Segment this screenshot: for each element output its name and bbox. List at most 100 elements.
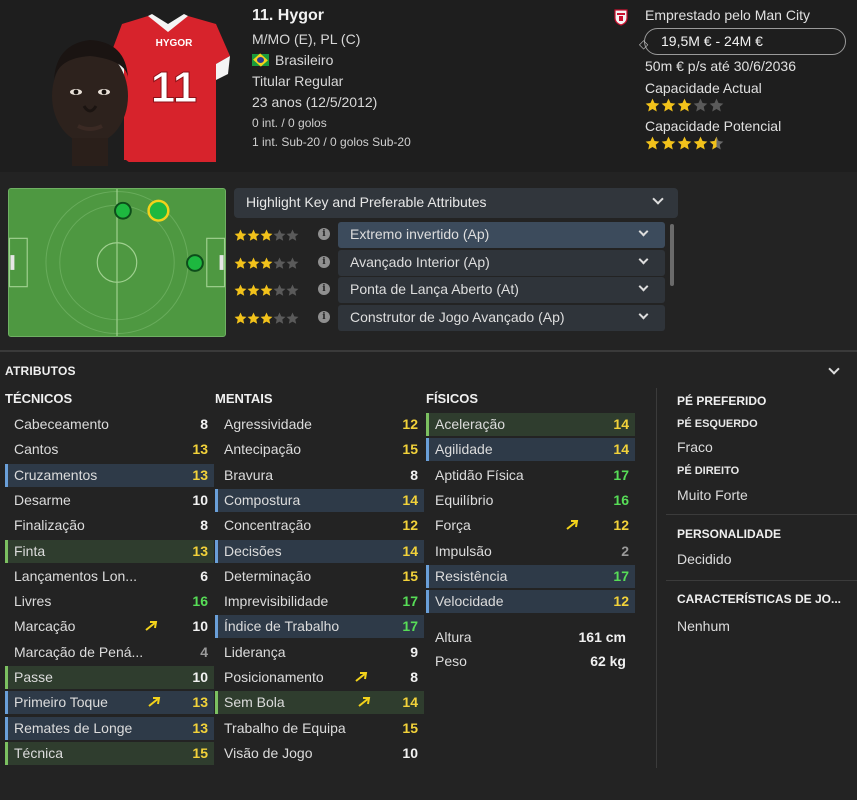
info-icon[interactable]: i [318, 228, 330, 240]
attribute-row[interactable]: Passe 10 [5, 666, 214, 689]
star-icon [273, 257, 286, 269]
attribute-name: Finalização [14, 517, 85, 534]
attribute-row[interactable]: Posicionamento 8 [215, 666, 424, 689]
role-row[interactable]: i Avançado Interior (Ap) [232, 249, 666, 276]
personality-value[interactable]: Decidido [677, 551, 731, 567]
attribute-row[interactable]: Velocidade 12 [426, 590, 635, 614]
training-arrow-icon [566, 520, 579, 530]
star-icon [693, 98, 708, 112]
star-icon [260, 257, 273, 269]
brazil-flag-icon [252, 54, 269, 66]
attribute-row[interactable]: Antecipação 15 [215, 438, 424, 461]
star-icon [286, 257, 299, 269]
attribute-row[interactable]: Compostura 14 [215, 488, 424, 512]
attribute-row[interactable]: Impulsão 2 [426, 540, 635, 563]
attribute-row[interactable]: Sem Bola 14 [215, 691, 424, 715]
attribute-row[interactable]: Primeiro Toque 13 [5, 691, 214, 715]
attribute-value: 14 [402, 542, 418, 559]
attribute-row[interactable]: Força 12 [426, 514, 635, 537]
physical-title: FÍSICOS [426, 391, 479, 406]
attribute-row[interactable]: Aptidão Física 17 [426, 464, 635, 487]
attribute-row[interactable]: Determinação 15 [215, 565, 424, 588]
attribute-name: Passe [14, 669, 53, 685]
attribute-name: Visão de Jogo [224, 744, 313, 761]
info-icon[interactable]: i [318, 283, 330, 295]
attribute-row[interactable]: Técnica 15 [5, 741, 214, 765]
training-arrow-icon [358, 697, 371, 708]
attribute-row[interactable]: Resistência 17 [426, 564, 635, 588]
attribute-name: Imprevisibilidade [224, 593, 329, 610]
attribute-name: Remates de Longe [14, 719, 133, 736]
star-icon [273, 312, 286, 324]
info-icon[interactable]: i [318, 255, 330, 268]
attribute-row[interactable]: Visão de Jogo 10 [215, 742, 424, 765]
chevron-down-icon [638, 281, 649, 292]
attribute-name: Aptidão Física [435, 466, 524, 483]
attribute-row[interactable]: Finta 13 [5, 539, 214, 563]
attribute-value: 14 [613, 416, 629, 432]
attribute-row[interactable]: Cabeceamento 8 [5, 413, 214, 436]
player-u20-caps: 1 int. Sub-20 / 0 golos Sub-20 [252, 135, 411, 149]
role-dropdown[interactable]: Extremo invertido (Ap) [338, 222, 665, 248]
attribute-row[interactable]: Cantos 13 [5, 438, 214, 461]
attribute-row[interactable]: Imprevisibilidade 17 [215, 590, 424, 613]
highlight-key-dropdown[interactable]: Highlight Key and Preferable Attributes [234, 188, 678, 218]
attribute-row[interactable]: Desarme 10 [5, 489, 214, 512]
attribute-name: Técnica [14, 744, 64, 761]
star-icon [661, 136, 676, 150]
attribute-row[interactable]: Marcação de Pená... 4 [5, 641, 214, 664]
position-dot-st-centre[interactable] [147, 199, 170, 222]
position-dot-m-right[interactable] [114, 201, 132, 220]
attribute-name: Aceleração [435, 416, 506, 432]
collapse-chevron-icon[interactable] [828, 363, 840, 375]
highlight-key-label: Highlight Key and Preferable Attributes [246, 194, 487, 210]
attribute-name: Equilíbrio [435, 491, 494, 508]
loan-status[interactable]: Emprestado pelo Man City [645, 7, 810, 23]
attribute-row[interactable]: Finalização 8 [5, 514, 214, 537]
role-row[interactable]: i Ponta de Lança Aberto (At) [232, 277, 666, 303]
attribute-name: Trabalho de Equipa [224, 719, 346, 736]
position-pitch[interactable] [8, 188, 226, 337]
star-icon [709, 98, 724, 112]
attribute-row[interactable]: Livres 16 [5, 590, 214, 613]
attribute-value: 6 [200, 567, 208, 584]
attribute-name: Desarme [14, 491, 71, 508]
attribute-name: Concentração [224, 517, 312, 534]
attribute-row[interactable]: Bravura 8 [215, 464, 424, 487]
attribute-row[interactable]: Equilíbrio 16 [426, 489, 635, 512]
role-dropdown[interactable]: Avançado Interior (Ap) [338, 249, 665, 276]
attribute-row[interactable]: Cruzamentos 13 [5, 463, 214, 487]
star-icon [234, 284, 247, 296]
role-row[interactable]: i Construtor de Jogo Avançado (Ap) [232, 304, 666, 331]
role-dropdown[interactable]: Construtor de Jogo Avançado (Ap) [338, 304, 665, 331]
attribute-row[interactable]: Agilidade 14 [426, 438, 635, 462]
position-dot-am-right[interactable] [186, 254, 204, 272]
right-foot-value: Muito Forte [677, 487, 748, 503]
attribute-value: 13 [192, 719, 208, 736]
attribute-row[interactable]: Remates de Longe 13 [5, 716, 214, 740]
role-dropdown[interactable]: Ponta de Lança Aberto (At) [338, 277, 665, 303]
info-icon[interactable]: i [318, 310, 330, 323]
attribute-row[interactable]: Aceleração 14 [426, 413, 635, 436]
traits-value: Nenhum [677, 618, 730, 634]
attribute-name: Agilidade [435, 441, 493, 458]
club-badge-icon[interactable] [614, 9, 628, 26]
attribute-row[interactable]: Trabalho de Equipa 15 [215, 717, 424, 740]
attribute-name: Força [435, 517, 471, 534]
role-row[interactable]: i Extremo invertido (Ap) [232, 222, 666, 248]
star-icon [677, 136, 692, 150]
roles-scrollbar[interactable] [670, 224, 674, 286]
attribute-name: Cantos [14, 441, 59, 458]
attribute-value: 13 [192, 694, 208, 711]
attribute-row[interactable]: Concentração 12 [215, 514, 424, 537]
attribute-row[interactable]: Agressividade 12 [215, 413, 424, 436]
attribute-row[interactable]: Lançamentos Lon... 6 [5, 565, 214, 588]
attribute-row[interactable]: Decisões 14 [215, 539, 424, 563]
attribute-row[interactable]: Índice de Trabalho 17 [215, 615, 424, 639]
attribute-value: 17 [613, 567, 629, 584]
value-tag-icon: ◇ [639, 37, 649, 51]
attribute-row[interactable]: Liderança 9 [215, 641, 424, 664]
transfer-value[interactable]: ◇ 19,5M € - 24M € [639, 28, 846, 55]
attribute-row[interactable]: Marcação 10 [5, 615, 214, 638]
star-icon [273, 284, 286, 296]
